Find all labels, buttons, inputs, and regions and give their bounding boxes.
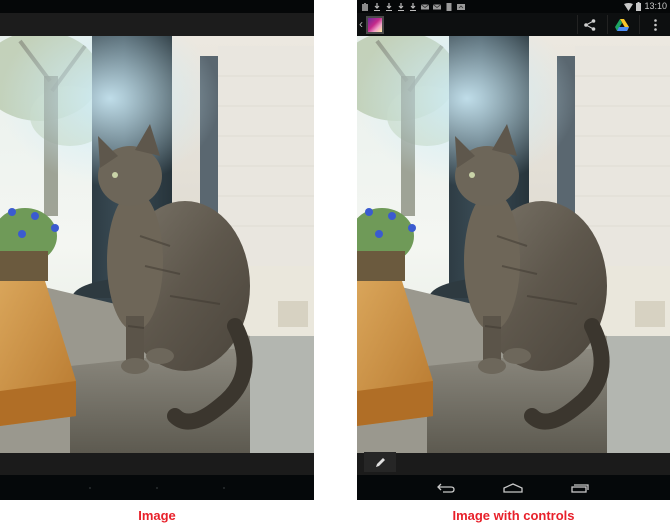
overflow-menu-button[interactable] <box>645 13 665 36</box>
bottom-toolbar <box>357 453 670 475</box>
caption-image-with-controls: Image with controls <box>452 508 575 523</box>
caption-image: Image <box>138 508 176 523</box>
share-button[interactable] <box>577 13 603 36</box>
edit-button[interactable] <box>364 452 396 472</box>
cat-photo[interactable] <box>357 36 670 453</box>
cat-photo[interactable] <box>0 36 314 453</box>
email-icon <box>421 3 429 9</box>
recents-icon <box>571 484 589 493</box>
battery-icon <box>636 2 642 11</box>
download-icon <box>398 2 404 11</box>
home-dot-icon[interactable] <box>156 487 158 489</box>
google-drive-button[interactable] <box>609 13 635 36</box>
download-icon <box>410 2 416 11</box>
action-separator <box>607 15 608 34</box>
recents-dot-icon[interactable] <box>223 487 225 489</box>
chevron-left-icon[interactable]: ‹ <box>359 17 363 31</box>
home-icon <box>503 483 523 493</box>
screenshot-icon <box>362 2 368 11</box>
back-dot-icon[interactable] <box>89 487 91 489</box>
notification-icons <box>361 2 465 11</box>
sd-card-icon <box>446 2 452 11</box>
share-icon <box>584 18 596 31</box>
email-icon <box>433 3 441 9</box>
overflow-menu-icon <box>653 18 657 31</box>
gallery-app-icon[interactable] <box>366 16 384 34</box>
cat-photo-image <box>0 36 314 453</box>
status-bar <box>0 0 314 13</box>
google-drive-icon <box>615 18 629 31</box>
photo-icon <box>457 3 465 10</box>
back-icon <box>437 483 455 493</box>
pencil-icon <box>375 457 385 467</box>
status-right: 13:10 <box>624 1 667 12</box>
recents-button[interactable] <box>566 478 594 498</box>
action-separator <box>639 15 640 34</box>
download-icon <box>386 2 392 11</box>
cat-photo-image <box>357 36 670 453</box>
clock-time: 13:10 <box>644 1 667 11</box>
download-icon <box>374 2 380 11</box>
back-button[interactable] <box>432 478 460 498</box>
wifi-icon <box>624 2 634 11</box>
phone-screen-with-controls: 13:10 ‹ <box>357 0 670 500</box>
nav-bar-dimmed <box>0 475 314 500</box>
action-bar-hidden <box>0 13 314 36</box>
phone-screen-fullscreen <box>0 0 314 500</box>
bottom-bar-hidden <box>0 453 314 475</box>
home-button[interactable] <box>499 478 527 498</box>
status-bar: 13:10 <box>357 0 670 13</box>
